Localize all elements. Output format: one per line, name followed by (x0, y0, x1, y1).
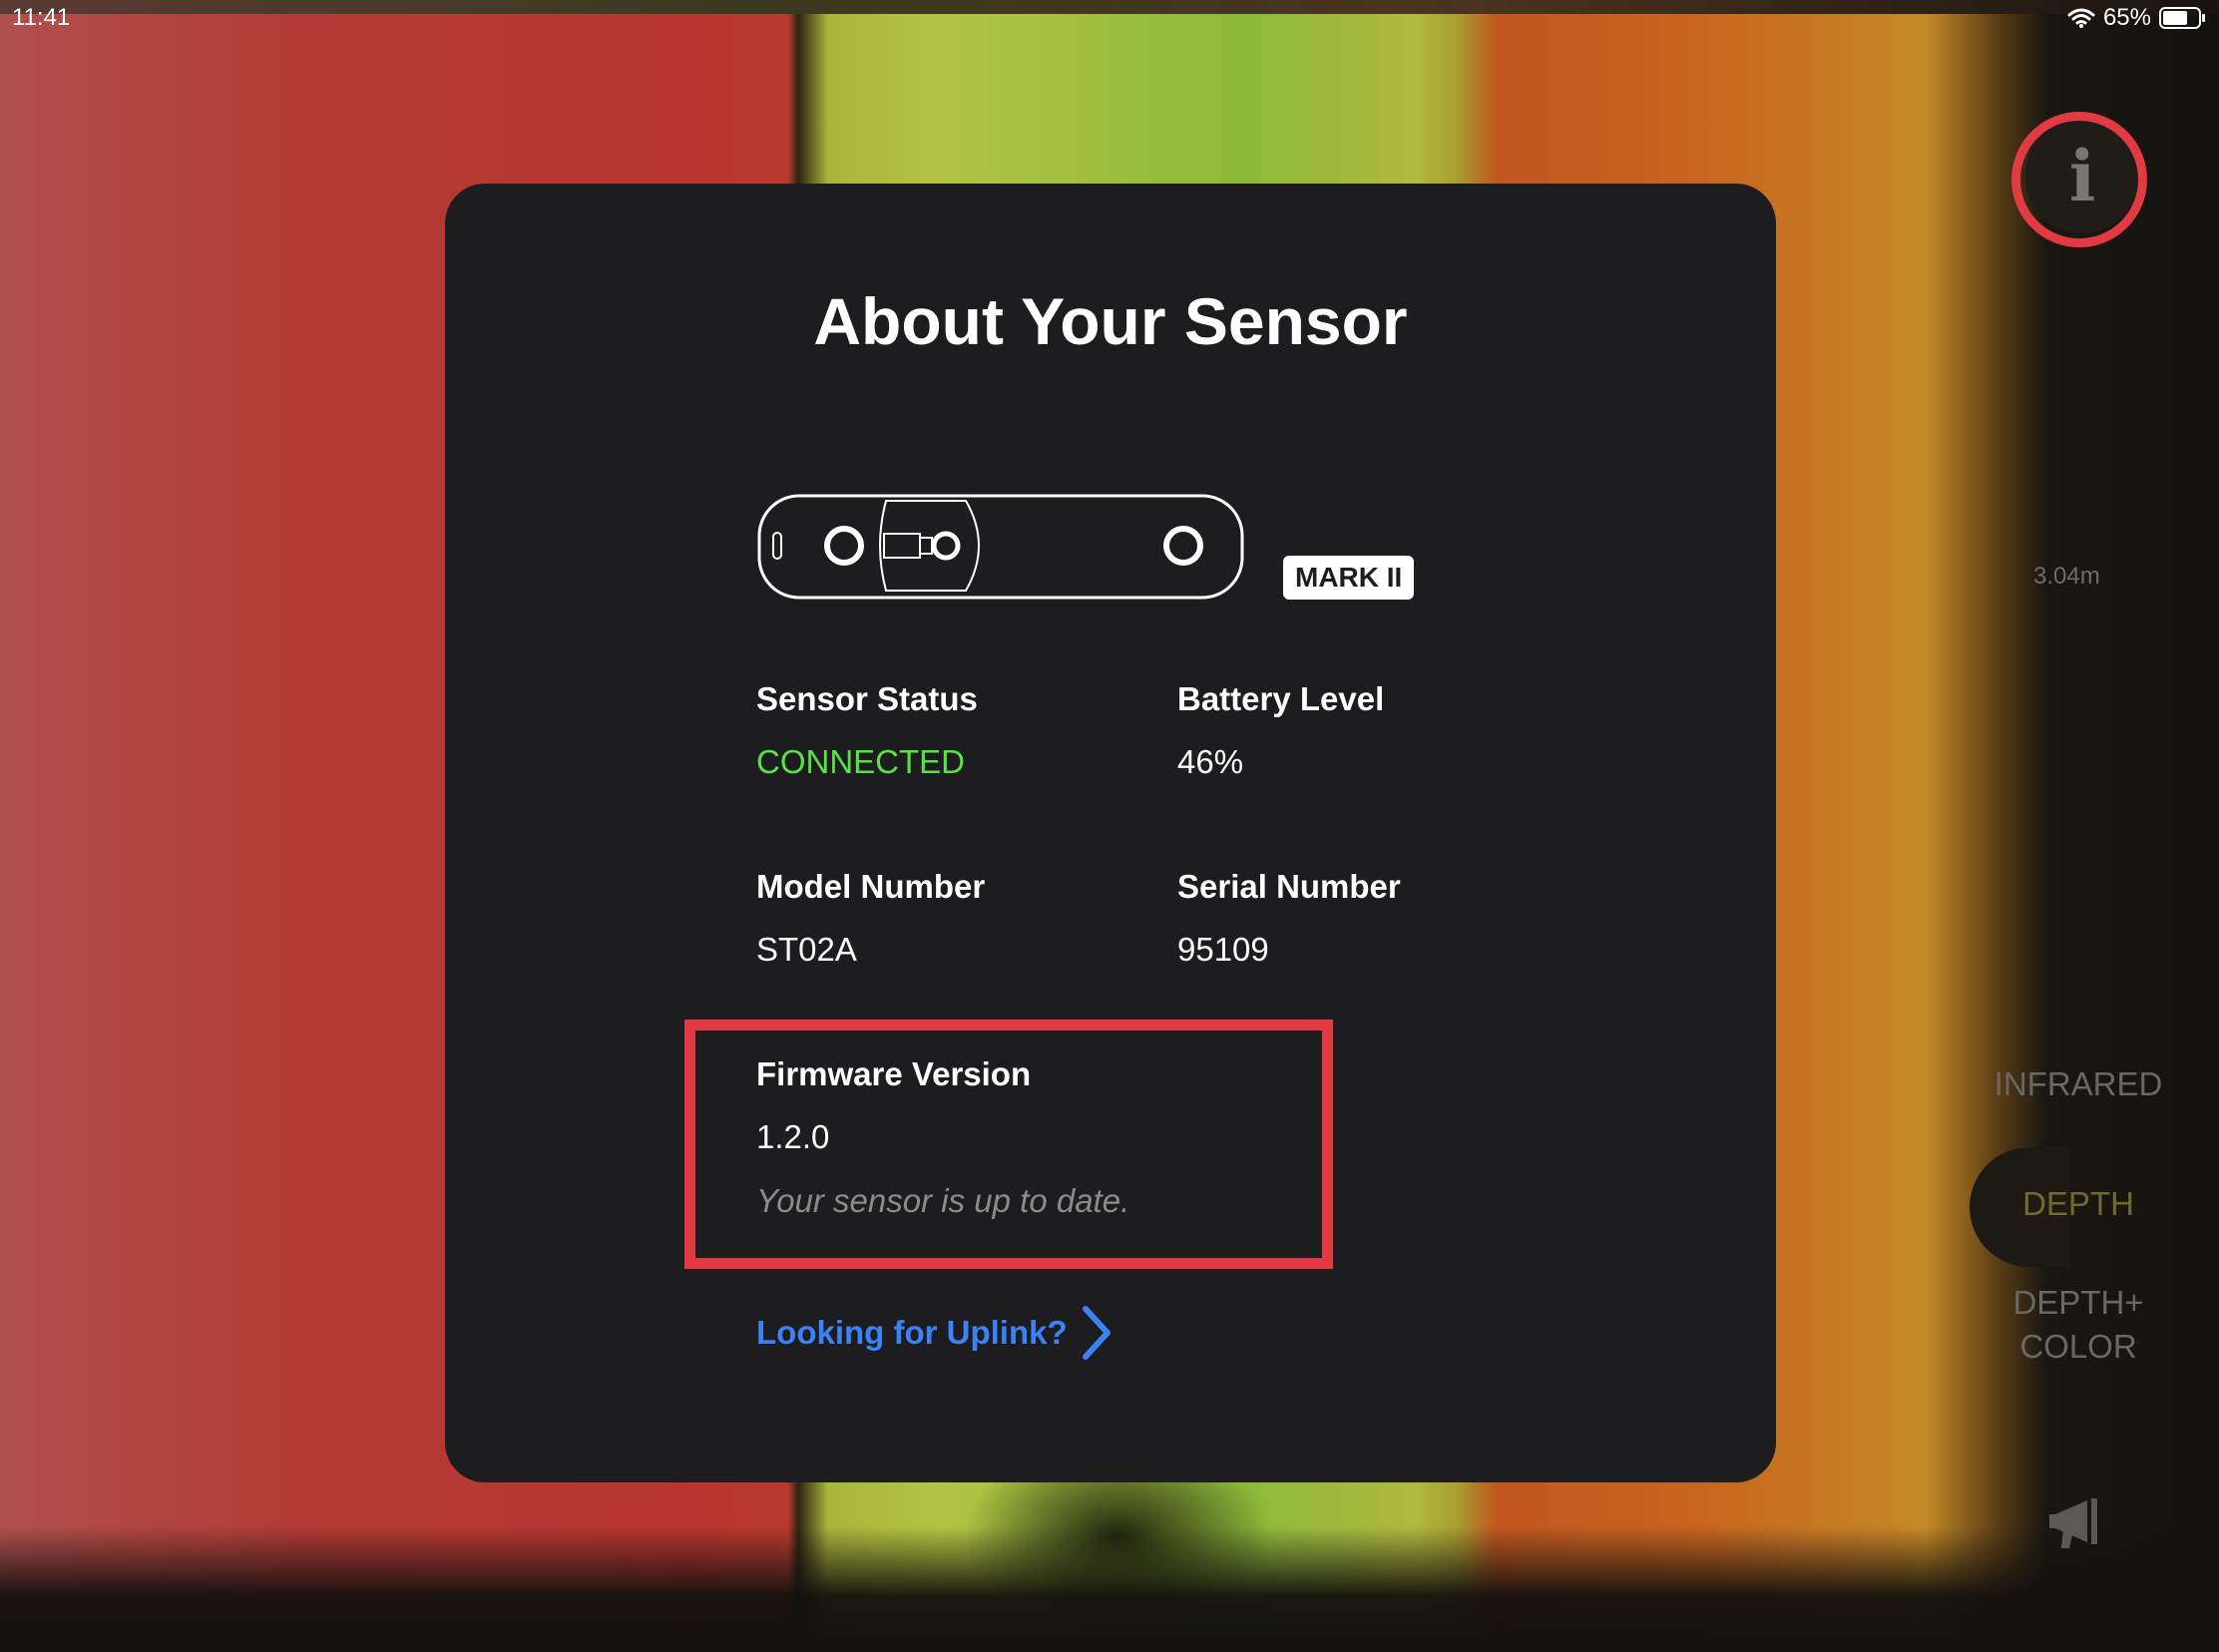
about-sensor-dialog: About Your Sensor MARK II Sensor Status … (445, 184, 1776, 1482)
sensor-device-icon (756, 493, 1245, 608)
megaphone-icon[interactable] (2047, 1494, 2111, 1555)
mode-depth-color-line1: DEPTH+ (2012, 1284, 2144, 1321)
serial-number-label: Serial Number (1177, 868, 1401, 905)
battery-percent: 65% (2102, 4, 2151, 31)
wifi-icon (2067, 7, 2095, 29)
uplink-link[interactable]: Looking for Uplink? (756, 1305, 1113, 1361)
serial-number-value: 95109 (1177, 931, 1269, 968)
status-bar-time: 11:41 (12, 4, 71, 31)
dialog-title: About Your Sensor (813, 284, 1408, 358)
depth-view-top-edge (0, 0, 2219, 14)
mode-depth-color-line2: COLOR (2019, 1328, 2137, 1365)
model-number-label: Model Number (756, 868, 986, 905)
battery-icon (2159, 6, 2207, 30)
screen: 11:41 65% i 3.04m INFRARED DEPTH DEPTH+ … (0, 0, 2219, 1652)
uplink-link-label: Looking for Uplink? (756, 1314, 1068, 1351)
model-number-value: ST02A (756, 931, 857, 968)
sensor-status-label: Sensor Status (756, 680, 978, 717)
battery-level-label: Battery Level (1177, 680, 1385, 717)
sensor-status-value: CONNECTED (756, 743, 966, 780)
mode-depth[interactable]: DEPTH (1994, 1185, 2163, 1223)
battery-level-value: 46% (1177, 743, 1244, 780)
mode-infrared[interactable]: INFRARED (1994, 1065, 2163, 1103)
firmware-highlight-box (684, 1020, 1333, 1269)
chevron-right-icon (1080, 1305, 1113, 1361)
mark-ii-badge: MARK II (1283, 556, 1415, 600)
status-bar-right: 65% (2067, 4, 2207, 32)
mode-depth-color[interactable]: DEPTH+ COLOR (1994, 1281, 2163, 1369)
info-button-highlight (2011, 112, 2147, 247)
distance-readout: 3.04m (2033, 563, 2100, 590)
